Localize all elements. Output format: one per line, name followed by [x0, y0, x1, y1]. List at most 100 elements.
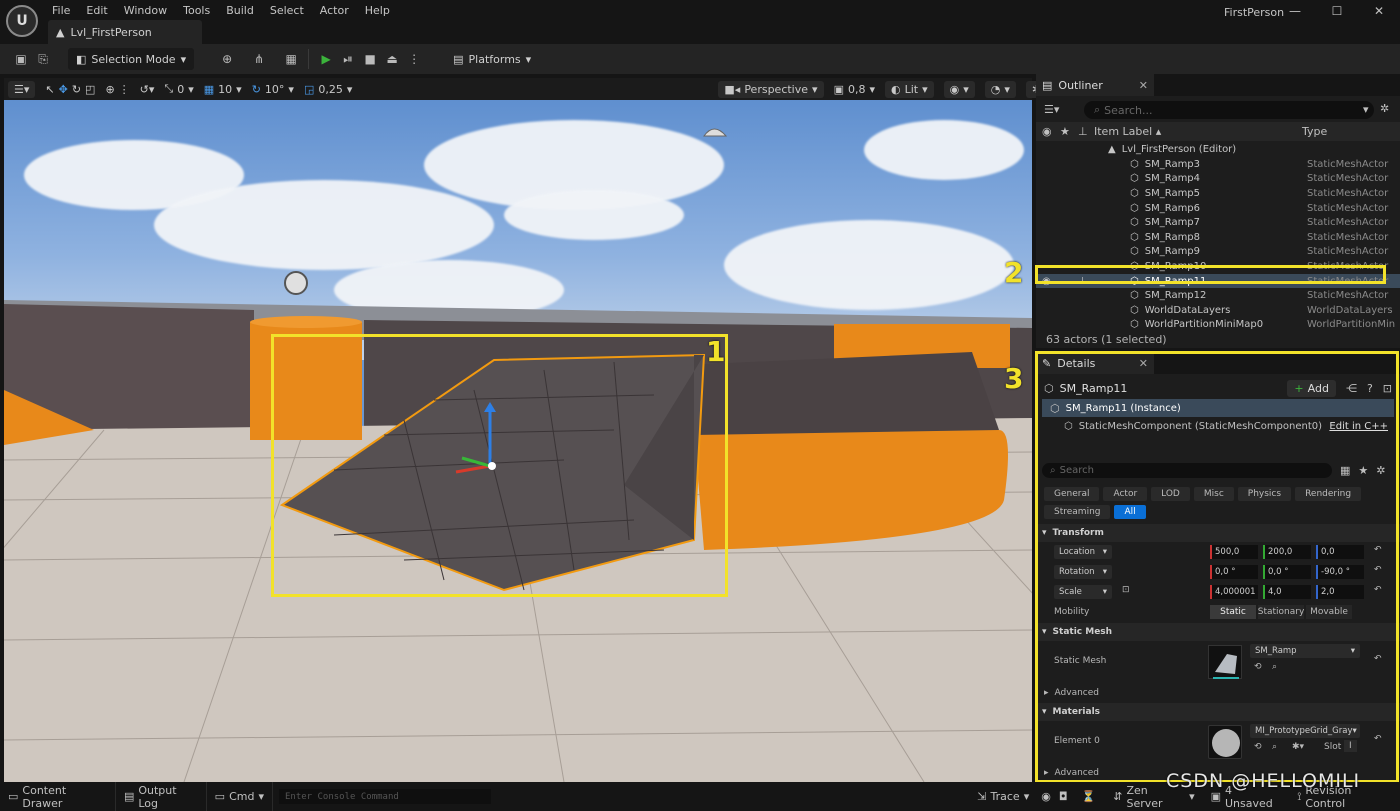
outliner-row[interactable]: ⬡ SM_Ramp3 StaticMeshActor: [1036, 157, 1400, 172]
scale-tool-icon[interactable]: ◰: [85, 83, 95, 96]
scale-snap-icon[interactable]: ◲: [304, 83, 314, 96]
scale-z-field[interactable]: 2,0: [1316, 585, 1364, 599]
show-flags-button[interactable]: ◉ ▾: [943, 80, 975, 98]
scale-y-field[interactable]: 4,0: [1263, 585, 1311, 599]
gear-icon[interactable]: ✲: [1380, 102, 1389, 115]
filter-actor[interactable]: Actor: [1103, 487, 1148, 501]
blueprints-icon[interactable]: ⋔: [248, 48, 270, 70]
component-row[interactable]: ⬡ StaticMeshComponent (StaticMeshCompone…: [1036, 417, 1400, 435]
menu-window[interactable]: Window: [116, 2, 175, 20]
advance-frame-icon[interactable]: ⏯: [337, 48, 359, 70]
slot-field[interactable]: I: [1344, 740, 1357, 752]
outliner-header-label[interactable]: Item Label ▴: [1094, 125, 1161, 138]
camera-speed-icon[interactable]: ▣: [834, 83, 844, 96]
outliner-header-type[interactable]: Type: [1302, 125, 1327, 138]
location-z-field[interactable]: 0,0: [1316, 545, 1364, 559]
browse-asset-icon[interactable]: ⌕: [1272, 662, 1277, 672]
cinematics-icon[interactable]: ▦: [280, 48, 302, 70]
outliner-row[interactable]: ⬡ SM_Ramp5 StaticMeshActor: [1036, 186, 1400, 201]
transform-section[interactable]: ▾ Transform: [1036, 524, 1400, 542]
add-component-button[interactable]: + Add: [1287, 379, 1336, 397]
camera-icon[interactable]: ◘: [1055, 790, 1072, 803]
translate-tool-icon[interactable]: ✥: [59, 83, 68, 96]
static-mesh-advanced[interactable]: ▸ Advanced: [1036, 684, 1400, 702]
actor-name[interactable]: SM_Ramp11: [1060, 382, 1128, 395]
scale-snap-value[interactable]: 0,25: [318, 83, 343, 96]
browse-level-icon[interactable]: ⎘: [32, 48, 54, 70]
scale-x-field[interactable]: 4,000001: [1210, 585, 1258, 599]
play-options-icon[interactable]: ⋮: [403, 48, 425, 70]
blueprint-icon[interactable]: ⋲: [1346, 382, 1357, 395]
table-view-icon[interactable]: ▦: [1340, 464, 1350, 477]
menu-select[interactable]: Select: [262, 2, 312, 20]
rotation-y-field[interactable]: 0,0 °: [1263, 565, 1311, 579]
level-viewport[interactable]: 1 Z└: [4, 100, 1032, 782]
location-y-field[interactable]: 200,0: [1263, 545, 1311, 559]
menu-actor[interactable]: Actor: [312, 2, 357, 20]
filter-rendering[interactable]: Rendering: [1295, 487, 1362, 501]
chevron-down-icon[interactable]: ▾: [1363, 103, 1369, 116]
filter-physics[interactable]: Physics: [1237, 487, 1292, 501]
outliner-row[interactable]: ⬡ SM_Ramp9 StaticMeshActor: [1036, 245, 1400, 260]
outliner-root-row[interactable]: ▲ Lvl_FirstPerson (Editor): [1036, 142, 1400, 157]
cmd-dropdown[interactable]: ▭ Cmd ▾: [207, 782, 273, 811]
details-search-input[interactable]: ⌕ Search: [1042, 462, 1332, 478]
instance-row[interactable]: ⬡ SM_Ramp11 (Instance): [1042, 399, 1394, 417]
outliner-row[interactable]: ⬡ SM_Ramp12 StaticMeshActor: [1036, 288, 1400, 303]
pin-column-icon[interactable]: ⊥: [1078, 125, 1088, 138]
mobility-movable-button[interactable]: Movable: [1306, 605, 1352, 619]
outliner-search-input[interactable]: ⌕ Search...: [1084, 101, 1374, 119]
close-icon[interactable]: ✕: [1139, 357, 1148, 370]
minimize-button[interactable]: —: [1274, 0, 1316, 22]
maximize-button[interactable]: ☐: [1316, 0, 1358, 22]
static-mesh-section[interactable]: ▾ Static Mesh: [1036, 623, 1400, 641]
rotate-tool-icon[interactable]: ↻: [72, 83, 81, 96]
reset-icon[interactable]: ↶: [1374, 734, 1382, 744]
platforms-dropdown[interactable]: ▤ Platforms ▾: [445, 48, 539, 70]
menu-tools[interactable]: Tools: [175, 2, 218, 20]
output-log-button[interactable]: ▤ Output Log: [116, 782, 207, 811]
content-drawer-button[interactable]: ▭ Content Drawer: [0, 782, 116, 811]
browse-asset-icon[interactable]: ⌕: [1272, 742, 1277, 752]
level-tab[interactable]: ▲ Lvl_FirstPerson: [48, 20, 202, 44]
rotation-dropdown[interactable]: Rotation ▾: [1054, 565, 1112, 579]
materials-section[interactable]: ▾ Materials: [1036, 703, 1400, 721]
mobility-stationary-button[interactable]: Stationary: [1258, 605, 1304, 619]
scale-dropdown[interactable]: Scale ▾: [1054, 585, 1112, 599]
menu-build[interactable]: Build: [218, 2, 262, 20]
outliner-row[interactable]: ⬡ SM_Ramp8 StaticMeshActor: [1036, 230, 1400, 245]
performance-button[interactable]: ◔ ▾: [984, 80, 1016, 98]
reset-icon[interactable]: ↶: [1374, 565, 1382, 575]
menu-edit[interactable]: Edit: [78, 2, 115, 20]
details-tab[interactable]: ✎ Details ✕: [1036, 352, 1154, 374]
perspective-dropdown[interactable]: ■◂ Perspective ▾: [718, 80, 824, 98]
outliner-row[interactable]: ⬡ SM_Ramp6 StaticMeshActor: [1036, 201, 1400, 216]
console-input[interactable]: Enter Console Command: [279, 789, 492, 804]
gear-icon[interactable]: ✲: [1376, 464, 1385, 477]
grid-snap-value[interactable]: 10: [218, 83, 232, 96]
save-icon[interactable]: ▣: [10, 48, 32, 70]
material-dropdown[interactable]: MI_PrototypeGrid_Gray ▾: [1250, 724, 1360, 738]
grid-snap-icon[interactable]: ▦: [204, 83, 214, 96]
filter-general[interactable]: General: [1044, 487, 1100, 501]
static-mesh-dropdown[interactable]: SM_Ramp ▾: [1250, 644, 1360, 658]
reset-icon[interactable]: ↶: [1374, 585, 1382, 595]
outliner-row[interactable]: ⬡ SM_Ramp7 StaticMeshActor: [1036, 215, 1400, 230]
reset-icon[interactable]: ↶: [1374, 545, 1382, 555]
selection-mode-dropdown[interactable]: ◧ Selection Mode ▾: [68, 48, 195, 70]
camera-speed-value[interactable]: 0,8: [848, 83, 866, 96]
filter-misc[interactable]: Misc: [1193, 487, 1234, 501]
material-thumbnail[interactable]: [1208, 725, 1242, 759]
rotation-z-field[interactable]: -90,0 °: [1316, 565, 1364, 579]
angle-snap-value[interactable]: 10°: [265, 83, 285, 96]
location-x-field[interactable]: 500,0: [1210, 545, 1258, 559]
outliner-row[interactable]: ⬡ SM_Ramp4 StaticMeshActor: [1036, 172, 1400, 187]
menu-help[interactable]: Help: [357, 2, 398, 20]
select-tool-icon[interactable]: ↖: [45, 83, 54, 96]
mobility-static-button[interactable]: Static: [1210, 605, 1256, 619]
location-dropdown[interactable]: Location ▾: [1054, 545, 1112, 559]
angle-snap-icon[interactable]: ↻: [252, 83, 261, 96]
world-space-icon[interactable]: ⊕: [105, 83, 114, 96]
viewport-options-button[interactable]: ☰▾: [8, 80, 36, 98]
filter-streaming[interactable]: Streaming: [1044, 505, 1111, 519]
